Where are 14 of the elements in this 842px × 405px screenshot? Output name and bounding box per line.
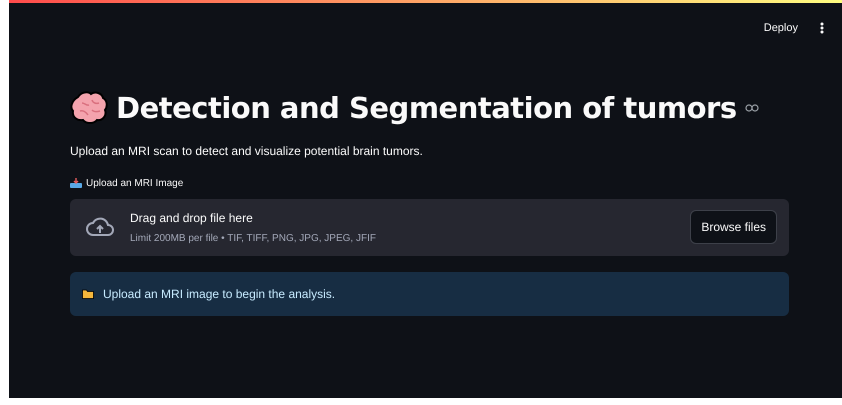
file-dropzone[interactable]: Drag and drop file here Limit 200MB per file • TIF, TIFF, PNG, JPG, JPEG, JFIF Browse files (70, 198, 789, 256)
link-icon[interactable] (744, 104, 759, 112)
file-limit-text: Limit 200MB per file • TIF, TIFF, PNG, JPG, JPEG, JFIF (130, 232, 377, 246)
folder-icon (82, 288, 95, 299)
brain-icon (70, 91, 108, 126)
dropzone-text: Drag and drop file here (130, 210, 254, 227)
cloud-upload-icon (86, 217, 114, 238)
info-text: Upload an MRI image to begin the analysis. (103, 286, 336, 303)
intro-text: Upload an MRI scan to detect and visualize potential brain tumors. (70, 142, 424, 160)
browse-files-button[interactable]: Browse files (690, 210, 777, 244)
deploy-button[interactable]: Deploy (756, 16, 806, 40)
page-title: Detection and Segmentation of tumors (116, 91, 737, 126)
uploader-label: Upload an MRI Image (86, 176, 184, 191)
inbox-tray-icon (70, 178, 82, 188)
